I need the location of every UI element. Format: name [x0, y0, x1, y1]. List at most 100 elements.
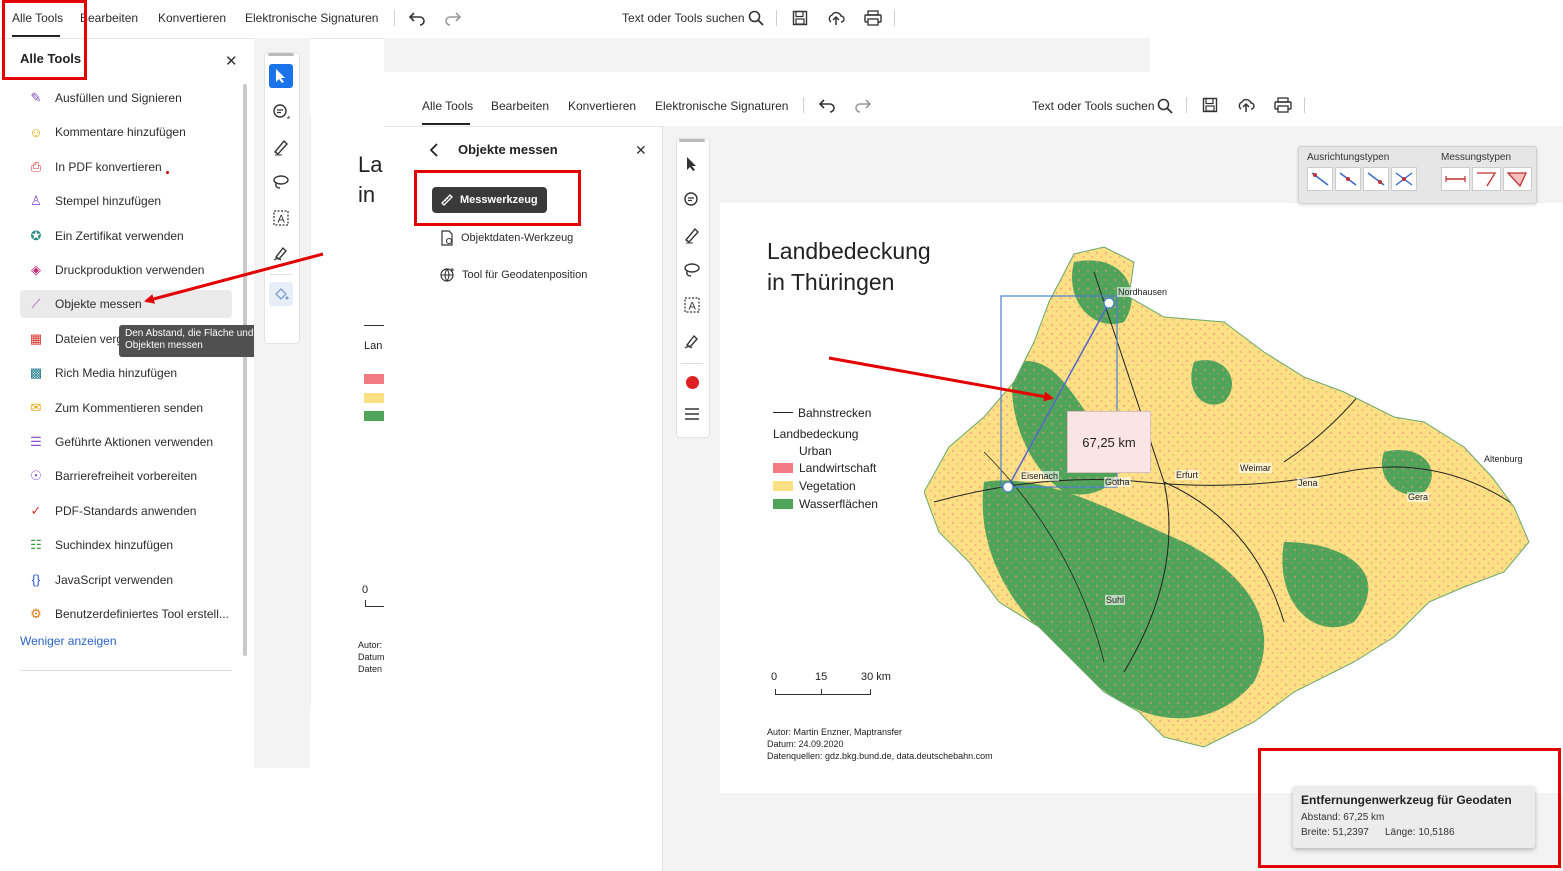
measure-area-button[interactable]	[1503, 167, 1532, 191]
sidebar-tool-item[interactable]: ♙ Stempel hinzufügen	[20, 187, 232, 215]
object-data-icon	[441, 230, 453, 246]
sidebar-tool-label: JavaScript verwenden	[55, 572, 174, 587]
upload-cloud-icon[interactable]	[827, 9, 845, 27]
front-menu-esign[interactable]: Elektronische Signaturen	[655, 99, 788, 113]
front-lasso-tool[interactable]	[680, 258, 704, 282]
print-icon[interactable]	[1274, 97, 1292, 113]
front-text-tool[interactable]: A	[680, 293, 704, 317]
redo-icon[interactable]	[854, 97, 872, 113]
snap-path-button[interactable]	[1363, 167, 1389, 191]
undo-icon[interactable]	[818, 97, 836, 113]
front-sign-tool[interactable]	[680, 329, 704, 353]
back-menu-convert[interactable]: Konvertieren	[158, 11, 226, 25]
front-menu-all-tools[interactable]: Alle Tools	[422, 99, 473, 113]
front-menu-edit[interactable]: Bearbeiten	[491, 99, 549, 113]
sidebar-tool-item[interactable]: ☉ Barrierefreiheit vorbereiten	[20, 462, 232, 490]
svg-text:A: A	[689, 301, 697, 313]
sidebar-tool-item[interactable]: ◈ Druckproduktion verwenden	[20, 256, 232, 284]
back-panel-scrollbar[interactable]	[243, 84, 247, 656]
front-search-separator	[1186, 97, 1187, 113]
save-icon[interactable]	[1202, 97, 1218, 113]
back-doc-daten: Daten	[358, 664, 383, 674]
sidebar-tool-item[interactable]: ☷ Suchindex hinzufügen	[20, 531, 232, 559]
cursor-arrow-icon	[276, 69, 285, 83]
legend-swatch-water	[773, 499, 793, 509]
map-title-line2: in Thüringen	[767, 269, 895, 295]
print-icon[interactable]	[864, 10, 882, 26]
back-sign-tool[interactable]	[269, 241, 293, 265]
back-select-tool[interactable]	[269, 64, 293, 88]
sidebar-tool-item[interactable]: ⟋ Objekte messen	[20, 290, 232, 319]
city-gera: Gera	[1407, 492, 1430, 502]
sidebar-tool-label: PDF-Standards anwenden	[55, 503, 197, 518]
undo-icon[interactable]	[408, 10, 426, 26]
measurement-result-label[interactable]: 67,25 km	[1067, 411, 1151, 473]
back-pen-tool[interactable]	[269, 135, 293, 159]
back-menu-edit[interactable]: Bearbeiten	[80, 11, 138, 25]
sidebar-tool-item[interactable]: ⎙ In PDF konvertieren	[20, 153, 232, 181]
sidebar-tool-item[interactable]: ☺ Kommentare hinzufügen	[20, 118, 232, 146]
sidebar-tool-item[interactable]: {} JavaScript verwenden	[20, 566, 232, 594]
sidebar-tool-item[interactable]: ✪ Ein Zertifikat verwenden	[20, 222, 232, 250]
sidebar-tool-item[interactable]: ✉ Zum Kommentieren senden	[20, 394, 232, 422]
sidebar-tool-item[interactable]: ⚙ Benutzerdefiniertes Tool erstell...	[20, 600, 232, 628]
back-doc-title-line2: in	[358, 182, 376, 207]
back-comment-tool[interactable]	[269, 100, 293, 124]
front-color-picker[interactable]	[680, 370, 704, 394]
back-fill-tool[interactable]	[269, 282, 293, 306]
measure-distance-button[interactable]	[1441, 167, 1470, 191]
back-search-label[interactable]: Text oder Tools suchen	[622, 11, 745, 25]
back-text-tool[interactable]: A	[269, 206, 293, 230]
measure-start-point[interactable]	[1002, 481, 1014, 493]
measure-end-point[interactable]	[1103, 297, 1115, 309]
snap-intersection-icon	[1395, 172, 1413, 186]
front-more-tools[interactable]	[680, 402, 704, 426]
redo-icon[interactable]	[444, 10, 462, 26]
perimeter-tool-icon	[1477, 172, 1497, 187]
legend-item-vegetation: Vegetation	[773, 479, 856, 493]
search-icon[interactable]	[748, 10, 764, 26]
sidebar-tool-item[interactable]: ☰ Geführte Aktionen verwenden	[20, 428, 232, 456]
search-icon[interactable]	[1157, 98, 1173, 114]
save-icon[interactable]	[792, 10, 808, 26]
geo-popup-title: Entfernungenwerkzeug für Geodaten	[1301, 793, 1512, 807]
upload-cloud-icon[interactable]	[1237, 96, 1255, 114]
scale-tick-30: 30 km	[861, 671, 891, 683]
city-nordhausen: Nordhausen	[1117, 287, 1169, 297]
back-menu-all-tools[interactable]: Alle Tools	[12, 11, 63, 25]
sidebar-tool-item[interactable]: ✎ Ausfüllen und Signieren	[20, 84, 232, 112]
city-gotha: Gotha	[1104, 477, 1131, 487]
back-panel-close-icon[interactable]: ✕	[225, 52, 238, 70]
front-panel-close-icon[interactable]: ✕	[635, 142, 647, 159]
sidebar-tool-item[interactable]: ▩ Rich Media hinzufügen	[20, 359, 232, 387]
front-select-tool[interactable]	[680, 152, 704, 176]
front-pen-tool[interactable]	[680, 223, 704, 247]
front-menu-convert[interactable]: Konvertieren	[568, 99, 636, 113]
back-menu-esign[interactable]: Elektronische Signaturen	[245, 11, 378, 25]
certificate-icon: ✪	[30, 227, 42, 243]
legend-item-water: Wasserflächen	[773, 497, 878, 511]
sidebar-tool-label: Objekte messen	[55, 297, 142, 312]
sidebar-tool-item[interactable]: ✓ PDF-Standards anwenden	[20, 497, 232, 525]
accessibility-icon: ☉	[30, 468, 42, 484]
guided-actions-icon: ☰	[30, 434, 42, 449]
snap-endpoint-button[interactable]	[1307, 167, 1333, 191]
back-doc-datum: Datum	[358, 652, 385, 662]
back-lasso-tool[interactable]	[269, 170, 293, 194]
back-menu-separator	[394, 10, 395, 26]
measure-tool-label: Messwerkzeug	[460, 194, 538, 206]
snap-midpoint-button[interactable]	[1335, 167, 1361, 191]
object-data-tool-item[interactable]: Objektdaten-Werkzeug	[440, 230, 573, 246]
snap-intersection-button[interactable]	[1391, 167, 1417, 191]
back-arrow-icon[interactable]	[428, 142, 440, 158]
back-doc-autor: Autor:	[358, 640, 383, 650]
show-less-link[interactable]: Weniger anzeigen	[20, 634, 117, 648]
measure-perimeter-button[interactable]	[1472, 167, 1501, 191]
measure-tool-button[interactable]: Messwerkzeug	[432, 187, 547, 213]
front-print-separator	[1304, 97, 1305, 113]
geodata-tool-item[interactable]: Tool für Geodatenposition	[440, 267, 587, 282]
front-search-label[interactable]: Text oder Tools suchen	[1032, 99, 1155, 113]
sidebar-tool-label: Barrierefreiheit vorbereiten	[55, 469, 198, 484]
stamp-icon: ♙	[30, 193, 42, 209]
front-comment-tool[interactable]	[680, 188, 704, 212]
